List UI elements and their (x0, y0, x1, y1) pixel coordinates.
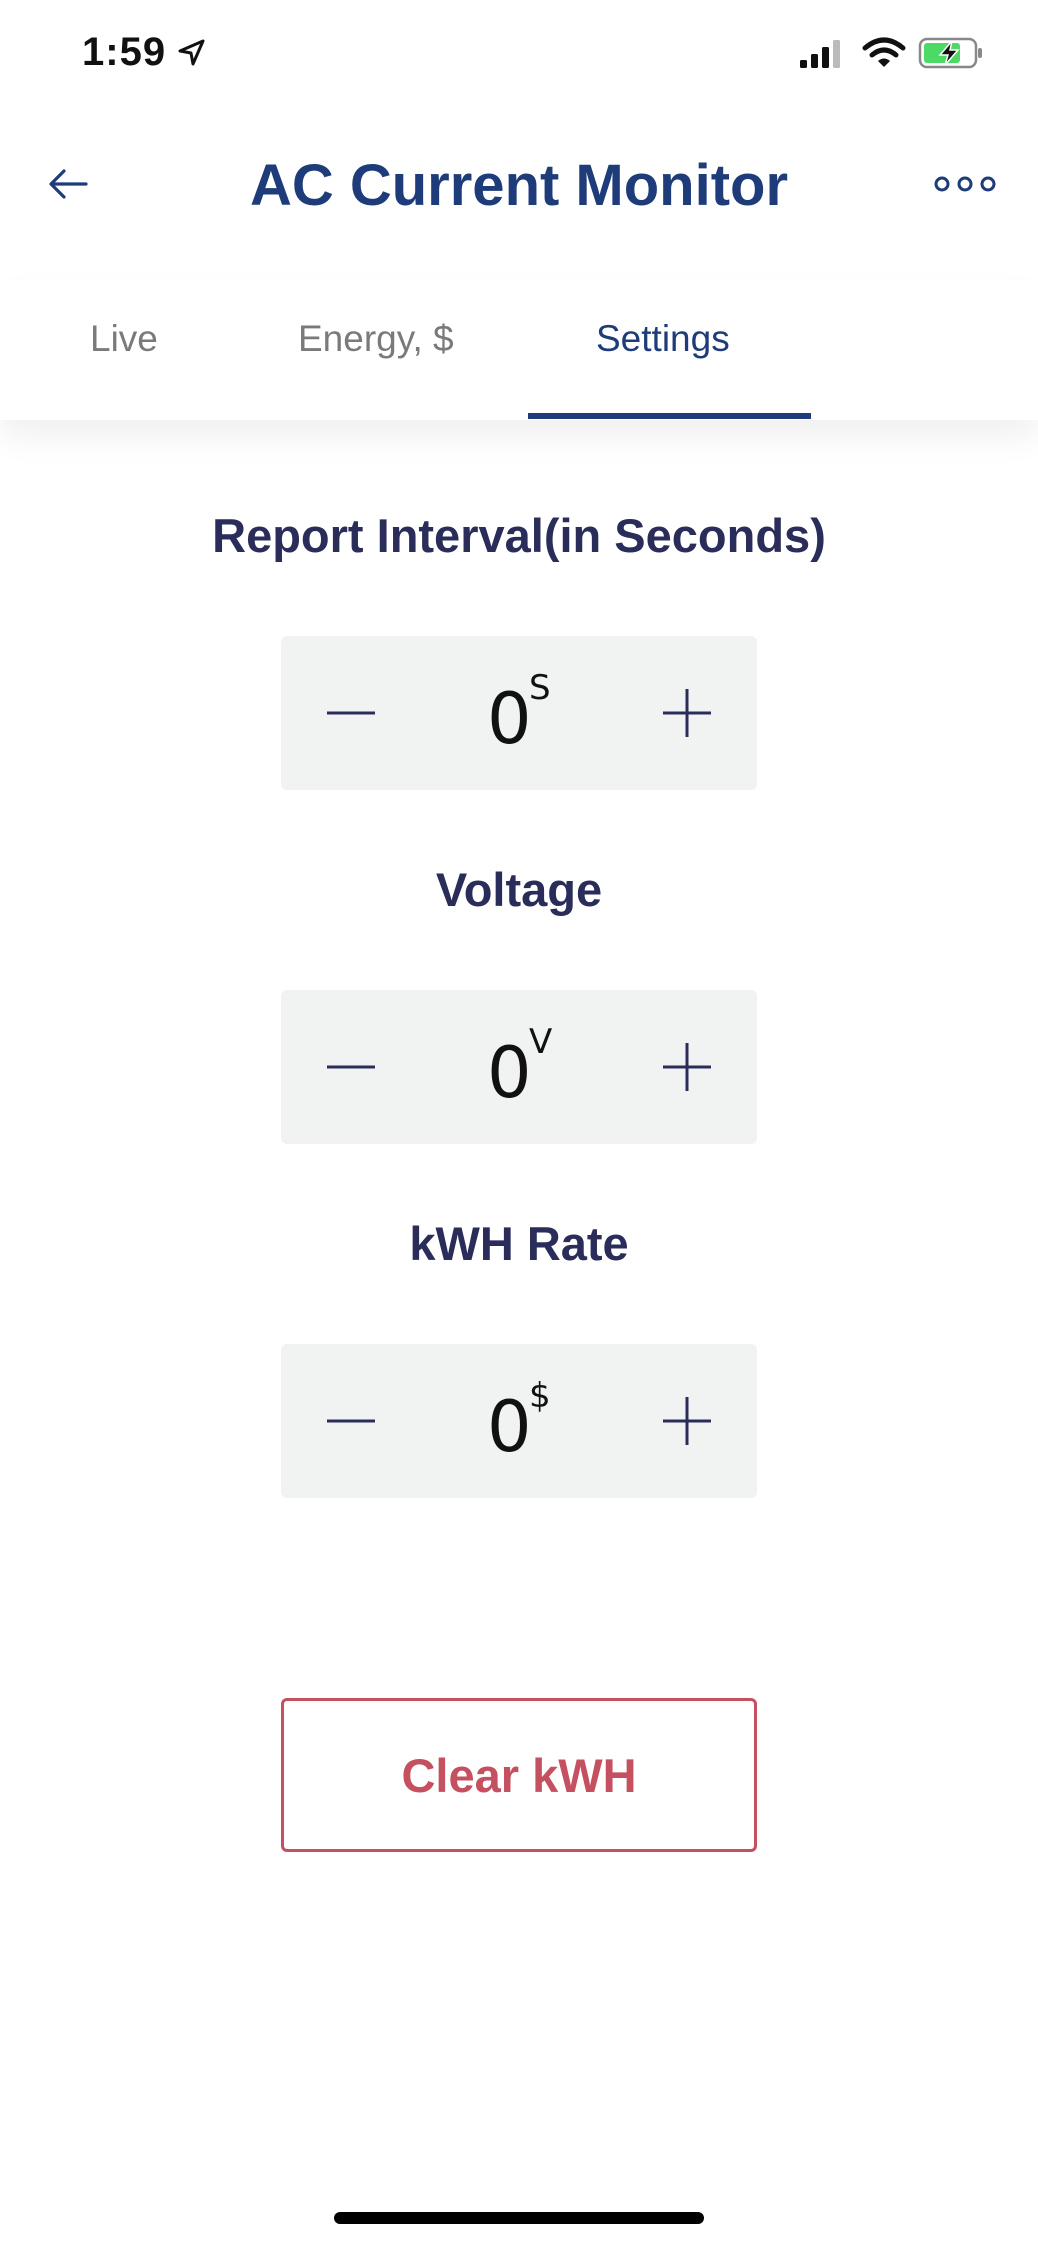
tab-bar: Live Energy, $ Settings (0, 280, 1038, 420)
voltage-stepper: 0 V (281, 990, 757, 1144)
voltage-number: 0 (487, 1032, 532, 1114)
battery-charging-icon (918, 37, 982, 69)
active-tab-indicator (528, 413, 811, 419)
report-interval-unit: S (529, 668, 551, 708)
kwh-rate-value: 0 $ (487, 1376, 607, 1472)
minus-icon[interactable] (311, 1027, 391, 1107)
home-indicator[interactable] (334, 2212, 704, 2224)
voltage-label: Voltage (435, 863, 603, 916)
voltage-value: 0 V (487, 1022, 607, 1118)
page-title: AC Current Monitor (249, 153, 789, 218)
minus-icon[interactable] (311, 1381, 391, 1461)
plus-icon[interactable] (647, 1381, 727, 1461)
kwh-rate-number: 0 (487, 1386, 532, 1468)
clear-kwh-button[interactable]: Clear kWH (281, 1698, 757, 1852)
more-icon[interactable] (934, 172, 996, 196)
plus-icon[interactable] (647, 673, 727, 753)
status-bar: 1:59 (0, 0, 1038, 110)
tab-settings[interactable]: Settings (596, 318, 730, 360)
location-arrow-icon (178, 39, 205, 66)
wifi-icon (862, 37, 906, 67)
kwh-rate-unit: $ (529, 1376, 551, 1416)
status-time: 1:59 (82, 30, 167, 74)
report-interval-number: 0 (487, 678, 532, 760)
report-interval-stepper: 0 S (281, 636, 757, 790)
report-interval-label: Report Interval(in Seconds) (212, 509, 826, 562)
app-header: AC Current Monitor (0, 110, 1038, 260)
signal-icon (800, 40, 840, 68)
voltage-unit: V (529, 1022, 553, 1062)
minus-icon[interactable] (311, 673, 391, 753)
plus-icon[interactable] (647, 1027, 727, 1107)
tab-energy[interactable]: Energy, $ (298, 318, 454, 360)
kwh-rate-label: kWH Rate (409, 1217, 629, 1270)
tab-live[interactable]: Live (90, 318, 158, 360)
report-interval-value: 0 S (487, 668, 607, 764)
kwh-rate-stepper: 0 $ (281, 1344, 757, 1498)
